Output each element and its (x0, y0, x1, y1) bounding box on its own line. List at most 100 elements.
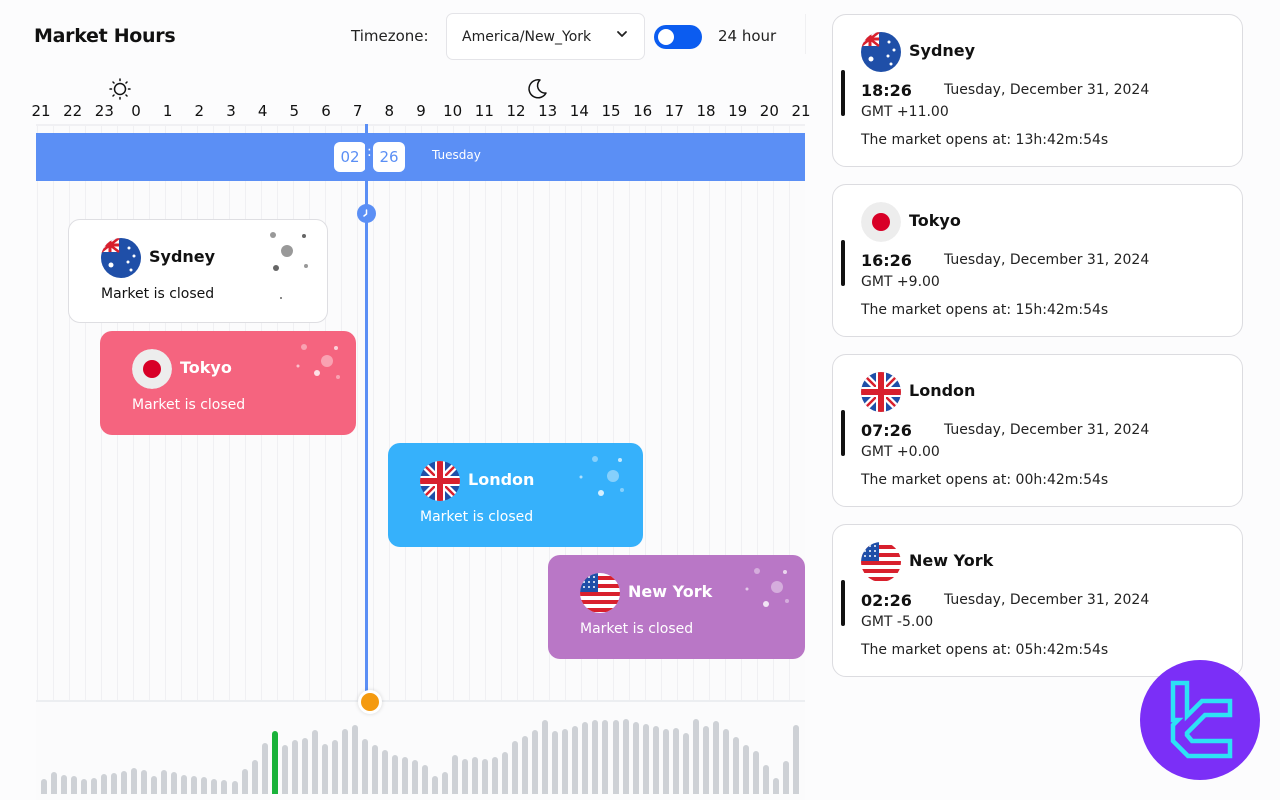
volume-bar (401, 757, 408, 794)
hour-tick-label: 22 (63, 102, 83, 120)
usa-flag-icon (580, 573, 620, 613)
volume-bar (602, 720, 609, 794)
hour-tick-label: 10 (443, 102, 463, 120)
market-timeline: 02 : 26 Tuesday Sydney Market is closed … (36, 124, 805, 700)
card-market-name: London (909, 381, 976, 400)
japan-flag-icon (861, 202, 901, 242)
market-name: New York (628, 582, 713, 601)
volume-bar (472, 757, 479, 794)
market-card-sydney: Sydney 18:26 Tuesday, December 31, 2024 … (832, 14, 1243, 167)
hour-tick-label: 0 (131, 102, 141, 120)
volume-bar (41, 779, 47, 794)
volume-bar (662, 729, 669, 794)
volume-bar (772, 778, 779, 794)
market-bar-london[interactable]: London Market is closed (388, 443, 643, 547)
market-bar-new-york[interactable]: New York Market is closed (548, 555, 805, 659)
volume-bar (492, 757, 499, 794)
volume-histogram (36, 700, 805, 800)
japan-flag-icon (132, 349, 172, 389)
market-bar-sydney[interactable]: Sydney Market is closed (68, 219, 328, 323)
volume-bar (171, 772, 178, 794)
volume-bar (221, 780, 228, 794)
card-gmt-offset: GMT +11.00 (861, 104, 949, 120)
card-date: Tuesday, December 31, 2024 (944, 592, 1150, 608)
volume-bar (642, 724, 649, 794)
time-slider-thumb[interactable] (358, 690, 382, 714)
volume-bar (261, 743, 268, 794)
card-opens-countdown: The market opens at: 15h:42m:54s (861, 302, 1109, 318)
volume-bar (301, 738, 308, 794)
hour-tick-label: 16 (633, 102, 653, 120)
market-name: Sydney (149, 247, 216, 266)
volume-bar (702, 726, 709, 794)
volume-bar (522, 736, 529, 794)
volume-bar (71, 776, 78, 794)
volume-bar (141, 770, 148, 794)
24-hour-toggle[interactable] (654, 25, 702, 49)
volume-bar (552, 731, 559, 794)
hour-tick-label: 6 (321, 102, 331, 120)
card-opens-countdown: The market opens at: 00h:42m:54s (861, 472, 1109, 488)
hour-tick-label: 21 (791, 102, 811, 120)
timezone-value: America/New_York (462, 28, 592, 45)
24-hour-label: 24 hour (718, 27, 777, 45)
brand-logo (1140, 660, 1260, 780)
volume-bar (692, 719, 699, 794)
volume-bar (562, 729, 569, 794)
grid-stripe (389, 124, 390, 700)
volume-bar (381, 750, 388, 794)
card-accent-bar (841, 240, 845, 286)
grid-stripe (453, 124, 454, 700)
volume-bar (432, 776, 439, 794)
card-gmt-offset: GMT +9.00 (861, 274, 940, 290)
hour-tick-label: 23 (94, 102, 114, 120)
volume-bar (512, 741, 519, 794)
volume-bar (712, 721, 719, 794)
grid-stripe (85, 124, 86, 700)
volume-bar (201, 777, 208, 794)
volume-bar (482, 759, 489, 794)
market-bar-tokyo[interactable]: Tokyo Market is closed (100, 331, 356, 435)
volume-bar (211, 779, 218, 794)
volume-bar (231, 781, 238, 794)
volume-bar (321, 744, 328, 794)
volume-bar (181, 775, 188, 794)
volume-bar (742, 745, 749, 794)
decorative-dots (745, 568, 789, 607)
volume-bar (572, 726, 579, 794)
card-market-name: New York (909, 551, 994, 570)
market-card-new-york: New York 02:26 Tuesday, December 31, 202… (832, 524, 1243, 677)
chevron-down-icon (617, 31, 627, 37)
australia-flag-icon (861, 32, 901, 72)
volume-bar (161, 770, 168, 794)
brand-logo-icon (1170, 680, 1233, 759)
volume-bar (732, 737, 739, 794)
usa-flag-icon (861, 542, 901, 582)
ruler-line (36, 124, 805, 126)
hour-tick-label: 8 (384, 102, 395, 120)
hour-tick-label: 21 (31, 102, 51, 120)
volume-bar (371, 745, 378, 794)
volume-bar (682, 733, 689, 794)
volume-bar (752, 751, 759, 794)
volume-bar (612, 720, 619, 794)
volume-bar (131, 768, 138, 794)
day-band (36, 133, 805, 181)
market-card-tokyo: Tokyo 16:26 Tuesday, December 31, 2024 G… (832, 184, 1243, 337)
card-local-time: 16:26 (861, 251, 912, 270)
grid-stripe (69, 124, 70, 700)
grid-stripe (485, 124, 486, 700)
volume-bar (51, 772, 58, 794)
card-accent-bar (841, 70, 845, 116)
grid-stripe (469, 124, 470, 700)
hour-tick-label: 20 (759, 102, 779, 120)
australia-flag-icon (101, 238, 141, 278)
timezone-select[interactable]: America/New_York (446, 13, 645, 60)
volume-bar (632, 722, 639, 794)
market-status: Market is closed (132, 397, 246, 413)
hour-tick-label: 4 (257, 102, 268, 120)
market-status: Market is closed (420, 509, 534, 525)
volume-bar (101, 774, 108, 794)
volume-bar (582, 722, 589, 794)
grid-stripe (53, 124, 54, 700)
